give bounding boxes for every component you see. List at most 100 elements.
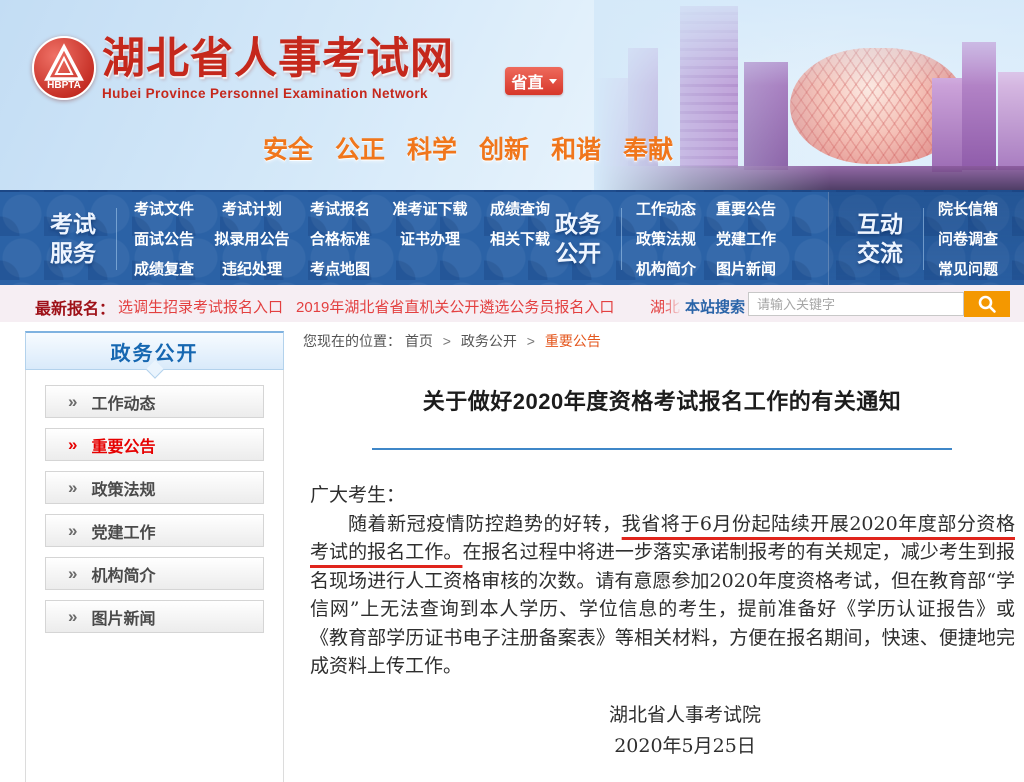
ticker-label: 最新报名： xyxy=(35,295,115,319)
nav-link[interactable]: 工作动态 xyxy=(636,198,700,219)
nav-divider xyxy=(923,208,924,270)
breadcrumb-prefix: 您现在的位置： xyxy=(303,333,401,349)
site-title: 湖北省人事考试网 xyxy=(102,36,454,83)
region-dropdown-button[interactable]: 省直 xyxy=(505,67,563,95)
nav-link[interactable]: 准考证下载 xyxy=(392,198,467,219)
region-dropdown-label: 省直 xyxy=(511,69,543,93)
main-article: 您现在的位置： 首页 > 政务公开 > 重要公告 关于做好2020年度资格考试报… xyxy=(300,322,1024,782)
ticker-link[interactable]: 选调生招录考试报名入口 xyxy=(118,296,283,317)
nav-link[interactable]: 考试报名 xyxy=(310,198,370,219)
double-chevron-icon: » xyxy=(68,565,77,582)
nav-divider xyxy=(116,208,117,270)
nav-link[interactable]: 重要公告 xyxy=(716,198,780,219)
nav-link[interactable]: 常见问题 xyxy=(938,258,1002,279)
nav-link[interactable]: 成绩复查 xyxy=(134,258,194,279)
caret-down-icon xyxy=(549,79,557,84)
search-icon xyxy=(977,294,997,314)
signer: 湖北省人事考试院 xyxy=(555,700,815,731)
nav-link[interactable]: 机构简介 xyxy=(636,258,700,279)
site-search-label: 本站搜索 xyxy=(685,296,745,317)
sidebar-menu: » 工作动态 » 重要公告 » 政策法规 » 党建工作 » 机构简介 xyxy=(26,385,283,633)
nav-links: 考试文件 考试计划 考试报名 准考证下载 成绩查询 面试公告 拟录用公告 合格标… xyxy=(131,198,553,279)
title-divider-line xyxy=(372,448,952,450)
ticker-link-truncated[interactable]: 湖北 xyxy=(650,296,682,317)
nav-link[interactable]: 考试文件 xyxy=(134,198,194,219)
double-chevron-icon: » xyxy=(68,393,77,410)
slogan-word: 科学 xyxy=(407,130,457,166)
nav-link[interactable]: 合格标准 xyxy=(310,228,370,249)
breadcrumb-current[interactable]: 重要公告 xyxy=(545,333,601,349)
paragraph-text: 随着新冠疫情防控趋势的好转， xyxy=(348,513,622,535)
nav-links: 工作动态 重要公告 政策法规 党建工作 机构简介 图片新闻 xyxy=(636,198,780,279)
latest-registration-bar: 最新报名： 选调生招录考试报名入口 2019年湖北省省直机关公开遴选公务员报名入… xyxy=(0,285,1024,322)
search-input[interactable] xyxy=(748,292,964,316)
nav-link[interactable]: 考点地图 xyxy=(310,258,370,279)
breadcrumb: 您现在的位置： 首页 > 政务公开 > 重要公告 xyxy=(300,322,1024,351)
breadcrumb-home[interactable]: 首页 xyxy=(405,333,433,349)
nav-link[interactable]: 证书办理 xyxy=(400,228,460,249)
sidebar-item-label: 工作动态 xyxy=(91,390,155,414)
nav-link[interactable]: 院长信箱 xyxy=(938,198,1002,219)
sidebar-item-org-profile[interactable]: » 机构简介 xyxy=(45,557,264,590)
nav-links: 院长信箱 问卷调查 常见问题 xyxy=(938,198,1002,279)
slogan-word: 和谐 xyxy=(551,130,601,166)
slogan-word: 安全 xyxy=(263,130,313,166)
sidebar-header: 政务公开 xyxy=(25,331,284,370)
sidebar-item-label: 党建工作 xyxy=(91,519,155,543)
publish-date: 2020年5月25日 xyxy=(555,731,815,762)
breadcrumb-separator: > xyxy=(527,333,535,349)
nav-group-exam-services: 考试 服务 考试文件 考试计划 考试报名 准考证下载 成绩查询 面试公告 拟录用… xyxy=(40,192,545,285)
site-logo[interactable]: HBPTA xyxy=(32,36,96,100)
nav-link[interactable]: 面试公告 xyxy=(134,228,194,249)
nav-group-title: 考试 服务 xyxy=(40,210,106,268)
slogan: 安全 公正 科学 创新 和谐 奉献 xyxy=(263,130,673,166)
article-paragraph: 随着新冠疫情防控趋势的好转，我省将于6月份起陆续开展2020年度部分资格考试的报… xyxy=(310,510,1015,681)
sidebar-item-label: 图片新闻 xyxy=(91,605,155,629)
sidebar-item-work-news[interactable]: » 工作动态 xyxy=(45,385,264,418)
nav-divider xyxy=(621,208,622,270)
sidebar-item-policies[interactable]: » 政策法规 xyxy=(45,471,264,504)
sidebar-item-photo-news[interactable]: » 图片新闻 xyxy=(45,600,264,633)
nav-link[interactable]: 相关下载 xyxy=(490,228,550,249)
double-chevron-icon: » xyxy=(68,608,77,625)
sidebar-item-label: 重要公告 xyxy=(91,433,155,457)
breadcrumb-separator: > xyxy=(443,333,451,349)
slogan-word: 公正 xyxy=(335,130,385,166)
slogan-word: 创新 xyxy=(479,130,529,166)
double-chevron-icon: » xyxy=(68,522,77,539)
hbpta-logo-icon: HBPTA xyxy=(32,36,96,100)
double-chevron-icon: » xyxy=(68,479,77,496)
nav-group-gov-disclosure: 政务 公开 工作动态 重要公告 政策法规 党建工作 机构简介 图片新闻 xyxy=(545,192,828,285)
nav-link[interactable]: 考试计划 xyxy=(222,198,282,219)
main-navigation: 考试 服务 考试文件 考试计划 考试报名 准考证下载 成绩查询 面试公告 拟录用… xyxy=(0,190,1024,285)
sidebar-item-label: 政策法规 xyxy=(91,476,155,500)
article-salutation: 广大考生： xyxy=(310,481,1024,510)
slogan-word: 奉献 xyxy=(623,130,673,166)
nav-link[interactable]: 政策法规 xyxy=(636,228,700,249)
ticker-link[interactable]: 2019年湖北省省直机关公开遴选公务员报名入口 xyxy=(296,296,614,317)
logo-text: HBPTA xyxy=(47,80,81,91)
site-subtitle: Hubei Province Personnel Examination Net… xyxy=(102,86,454,101)
search-button[interactable] xyxy=(964,291,1010,317)
nav-group-title: 政务 公开 xyxy=(545,210,611,268)
nav-link[interactable]: 成绩查询 xyxy=(490,198,550,219)
nav-link[interactable]: 党建工作 xyxy=(716,228,780,249)
site-banner: HBPTA 湖北省人事考试网 Hubei Province Personnel … xyxy=(0,0,1024,190)
article-body: 广大考生： 随着新冠疫情防控趋势的好转，我省将于6月份起陆续开展2020年度部分… xyxy=(300,481,1024,762)
page: HBPTA 湖北省人事考试网 Hubei Province Personnel … xyxy=(0,0,1024,782)
nav-link[interactable]: 图片新闻 xyxy=(716,258,780,279)
nav-group-interaction: 互动 交流 院长信箱 问卷调查 常见问题 xyxy=(828,192,1024,285)
sidebar-item-important-notices[interactable]: » 重要公告 xyxy=(45,428,264,461)
nav-link[interactable]: 问卷调查 xyxy=(938,228,1002,249)
double-chevron-icon: » xyxy=(68,436,77,453)
article-title: 关于做好2020年度资格考试报名工作的有关通知 xyxy=(300,384,1024,416)
site-titles: 湖北省人事考试网 Hubei Province Personnel Examin… xyxy=(102,36,454,101)
nav-link[interactable]: 违纪处理 xyxy=(222,258,282,279)
sidebar: 政务公开 » 工作动态 » 重要公告 » 政策法规 » 党建工作 xyxy=(25,332,284,782)
sidebar-item-party-building[interactable]: » 党建工作 xyxy=(45,514,264,547)
article-signature: 湖北省人事考试院 2020年5月25日 xyxy=(555,700,815,762)
breadcrumb-gov-disclosure[interactable]: 政务公开 xyxy=(461,333,517,349)
nav-link[interactable]: 拟录用公告 xyxy=(214,228,289,249)
nav-group-title: 互动 交流 xyxy=(847,210,913,268)
content-area: 政务公开 » 工作动态 » 重要公告 » 政策法规 » 党建工作 xyxy=(0,322,1024,782)
